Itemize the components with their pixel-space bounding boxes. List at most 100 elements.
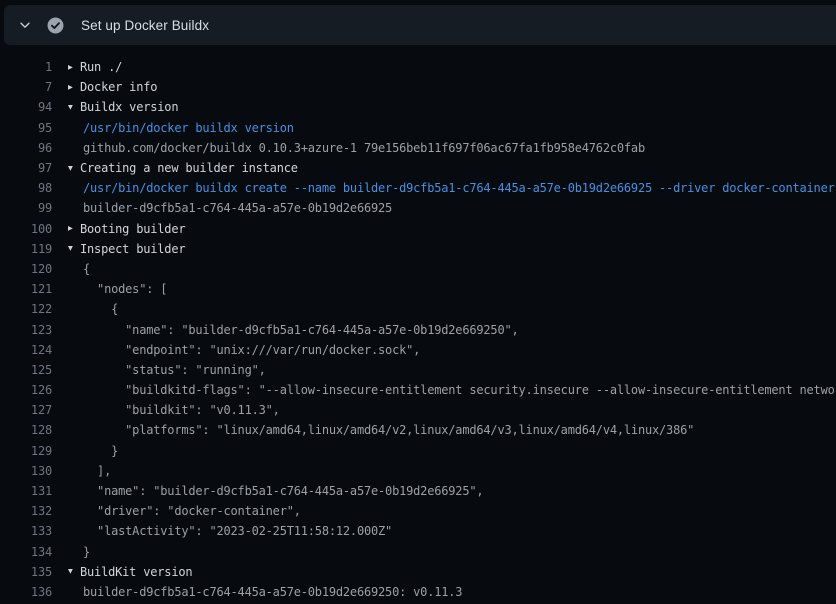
output-text: "status": "running",	[83, 363, 266, 377]
output-text: "nodes": [	[83, 282, 167, 296]
log-line: 133 "lastActivity": "2023-02-25T11:58:12…	[0, 521, 836, 541]
line-number[interactable]: 121	[0, 282, 52, 296]
line-number[interactable]: 97	[0, 161, 52, 175]
log-line: 123 "name": "builder-d9cfb5a1-c764-445a-…	[0, 319, 836, 339]
triangle-down-icon: ▼	[68, 163, 80, 172]
output-text: github.com/docker/buildx 0.10.3+azure-1 …	[83, 141, 645, 155]
log-line: 131 "name": "builder-d9cfb5a1-c764-445a-…	[0, 481, 836, 501]
line-number[interactable]: 126	[0, 383, 52, 397]
step-title: Set up Docker Buildx	[81, 18, 209, 33]
output-text: "lastActivity": "2023-02-25T11:58:12.000…	[83, 524, 392, 538]
output-text: "buildkitd-flags": "--allow-insecure-ent…	[83, 383, 836, 397]
log-line: 134}	[0, 542, 836, 562]
log-line: 95/usr/bin/docker buildx version	[0, 118, 836, 138]
log-group-header[interactable]: ▼Creating a new builder instance	[68, 161, 298, 175]
output-text: }	[83, 444, 118, 458]
line-number[interactable]: 99	[0, 201, 52, 215]
log-line[interactable]: 94 ▼Buildx version	[0, 97, 836, 117]
line-number[interactable]: 135	[0, 565, 52, 579]
log-line: 99 builder-d9cfb5a1-c764-445a-a57e-0b19d2…	[0, 198, 836, 218]
log-line: 126 "buildkitd-flags": "--allow-insecure…	[0, 380, 836, 400]
command-text: /usr/bin/docker buildx create --name bui…	[83, 181, 835, 195]
chevron-down-icon[interactable]	[18, 18, 32, 32]
log-line: 129 }	[0, 441, 836, 461]
log-line: 128 "platforms": "linux/amd64,linux/amd6…	[0, 420, 836, 440]
log-line[interactable]: 135 ▼BuildKit version	[0, 562, 836, 582]
log-group-header[interactable]: ▶Booting builder	[68, 222, 185, 236]
line-number[interactable]: 129	[0, 444, 52, 458]
line-number[interactable]: 98	[0, 181, 52, 195]
line-number[interactable]: 130	[0, 464, 52, 478]
log-line[interactable]: 100 ▶Booting builder	[0, 219, 836, 239]
output-text: builder-d9cfb5a1-c764-445a-a57e-0b19d2e6…	[83, 585, 462, 599]
log-line[interactable]: 97 ▼Creating a new builder instance	[0, 158, 836, 178]
group-title: BuildKit version	[80, 565, 192, 579]
log-group-header[interactable]: ▶Run ./	[68, 60, 122, 74]
output-text: builder-d9cfb5a1-c764-445a-a57e-0b19d2e6…	[83, 201, 392, 215]
log-line[interactable]: 1 ▶Run ./	[0, 57, 836, 77]
line-number[interactable]: 119	[0, 242, 52, 256]
line-number[interactable]: 123	[0, 323, 52, 337]
log-line: 122 {	[0, 299, 836, 319]
log-line: 136 builder-d9cfb5a1-c764-445a-a57e-0b19d…	[0, 582, 836, 602]
log-line: 120 {	[0, 259, 836, 279]
line-number[interactable]: 132	[0, 504, 52, 518]
line-number[interactable]: 95	[0, 121, 52, 135]
line-number[interactable]: 1	[0, 60, 52, 74]
triangle-right-icon: ▶	[68, 62, 80, 71]
output-text: }	[83, 545, 90, 559]
triangle-right-icon: ▶	[68, 224, 80, 233]
output-text: "endpoint": "unix:///var/run/docker.sock…	[83, 343, 420, 357]
step-header[interactable]: Set up Docker Buildx	[4, 5, 836, 45]
line-number[interactable]: 136	[0, 585, 52, 599]
log-line: 96 github.com/docker/buildx 0.10.3+azure-…	[0, 138, 836, 158]
line-number[interactable]: 124	[0, 343, 52, 357]
triangle-down-icon: ▼	[68, 244, 80, 253]
log-lines: 1▶Run ./7▶Docker info94▼Buildx version95…	[0, 46, 836, 604]
log-line: 124 "endpoint": "unix:///var/run/docker.…	[0, 340, 836, 360]
line-number[interactable]: 125	[0, 363, 52, 377]
output-text: {	[83, 262, 90, 276]
line-number[interactable]: 131	[0, 484, 52, 498]
log-group-header[interactable]: ▶Docker info	[68, 80, 157, 94]
group-title: Booting builder	[80, 222, 185, 236]
log-group-header[interactable]: ▼BuildKit version	[68, 565, 192, 579]
log-group-header[interactable]: ▼Inspect builder	[68, 242, 185, 256]
log-line: 125 "status": "running",	[0, 360, 836, 380]
line-number[interactable]: 133	[0, 524, 52, 538]
output-text: "platforms": "linux/amd64,linux/amd64/v2…	[83, 423, 694, 437]
triangle-down-icon: ▼	[68, 102, 80, 111]
log-line: 130 ],	[0, 461, 836, 481]
output-text: "buildkit": "v0.11.3",	[83, 403, 280, 417]
triangle-right-icon: ▶	[68, 82, 80, 91]
line-number[interactable]: 94	[0, 100, 52, 114]
log-line: 127 "buildkit": "v0.11.3",	[0, 400, 836, 420]
output-text: {	[83, 302, 118, 316]
line-number[interactable]: 120	[0, 262, 52, 276]
log-line[interactable]: 7 ▶Docker info	[0, 77, 836, 97]
output-text: "name": "builder-d9cfb5a1-c764-445a-a57e…	[83, 323, 519, 337]
group-title: Creating a new builder instance	[80, 161, 298, 175]
line-number[interactable]: 127	[0, 403, 52, 417]
group-title: Docker info	[80, 80, 157, 94]
output-text: "driver": "docker-container",	[83, 504, 301, 518]
output-text: ],	[83, 464, 111, 478]
log-line: 132 "driver": "docker-container",	[0, 501, 836, 521]
triangle-down-icon: ▼	[68, 567, 80, 576]
group-title: Buildx version	[80, 100, 178, 114]
log-line: 121 "nodes": [	[0, 279, 836, 299]
line-number[interactable]: 134	[0, 545, 52, 559]
command-text: /usr/bin/docker buildx version	[83, 121, 294, 135]
check-circle-icon	[47, 17, 64, 34]
log-line[interactable]: 119 ▼Inspect builder	[0, 239, 836, 259]
group-title: Inspect builder	[80, 242, 185, 256]
line-number[interactable]: 96	[0, 141, 52, 155]
line-number[interactable]: 128	[0, 423, 52, 437]
line-number[interactable]: 7	[0, 80, 52, 94]
line-number[interactable]: 122	[0, 302, 52, 316]
output-text: "name": "builder-d9cfb5a1-c764-445a-a57e…	[83, 484, 483, 498]
log-line: 98/usr/bin/docker buildx create --name b…	[0, 178, 836, 198]
line-number[interactable]: 100	[0, 222, 52, 236]
log-group-header[interactable]: ▼Buildx version	[68, 100, 178, 114]
group-title: Run ./	[80, 60, 122, 74]
